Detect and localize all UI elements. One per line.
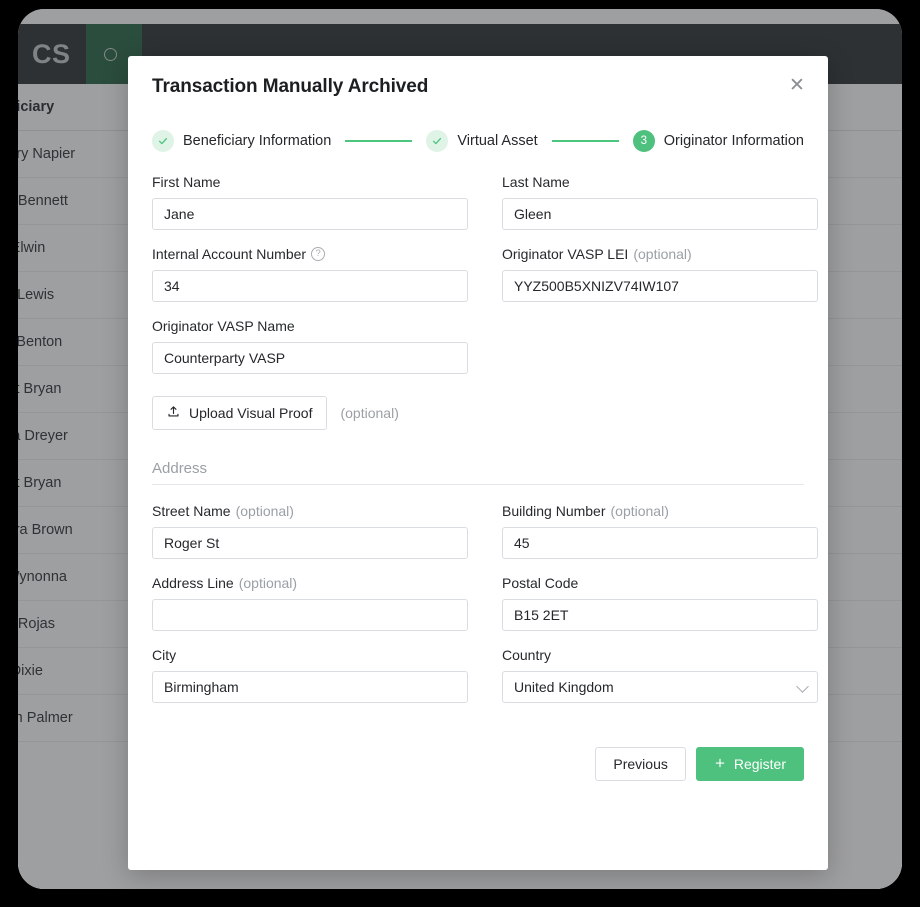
street-name-label-text: Street Name — [152, 503, 231, 519]
postal-code-label: Postal Code — [502, 575, 579, 591]
originator-vasp-lei-field-group: Originator VASP LEI (optional) — [502, 246, 818, 302]
optional-tag: (optional) — [235, 503, 294, 519]
vasp-name-row: Originator VASP Name — [152, 318, 804, 374]
originator-vasp-lei-label: Originator VASP LEI (optional) — [502, 246, 818, 262]
modal-header: Transaction Manually Archived ✕ — [128, 56, 828, 114]
vasp-name-row-spacer — [502, 318, 818, 374]
street-row: Street Name (optional) Building Number (… — [152, 503, 818, 559]
postal-code-input[interactable] — [502, 599, 818, 631]
building-number-label-text: Building Number — [502, 503, 606, 519]
optional-tag: (optional) — [610, 503, 669, 519]
internal-account-number-label: Internal Account Number ? — [152, 246, 468, 262]
stepper-step-1[interactable]: Beneficiary Information — [152, 130, 331, 152]
address-section-heading: Address — [152, 460, 804, 485]
address-line-field-group: Address Line (optional) — [152, 575, 468, 631]
stepper-step-2[interactable]: Virtual Asset — [426, 130, 538, 152]
internal-account-number-field-group: Internal Account Number ? — [152, 246, 468, 302]
internal-account-number-input[interactable] — [152, 270, 468, 302]
country-field-group: Country United Kingdom — [502, 647, 818, 703]
building-number-field-group: Building Number (optional) — [502, 503, 818, 559]
street-name-input[interactable] — [152, 527, 468, 559]
postal-code-field-group: Postal Code — [502, 575, 818, 631]
close-icon[interactable]: ✕ — [784, 72, 810, 98]
address-line-row: Address Line (optional) Postal Code — [152, 575, 818, 631]
transaction-archive-modal: Transaction Manually Archived ✕ Benefici… — [128, 56, 828, 870]
step-connector — [551, 140, 619, 142]
first-name-field-group: First Name — [152, 174, 468, 230]
modal-footer: Previous Register — [128, 719, 828, 781]
stepper: Beneficiary Information Virtual Asset 3 Ori… — [128, 114, 828, 152]
device-frame: CS BeneficiaryAmountGregory Napier39.111… — [18, 9, 902, 889]
city-field-group: City — [152, 647, 468, 703]
address-line-label: Address Line (optional) — [152, 575, 468, 591]
name-row: First Name Last Name — [152, 174, 818, 230]
city-country-row: City Country United Kingdom — [152, 647, 818, 703]
last-name-input[interactable] — [502, 198, 818, 230]
step-number: 3 — [632, 130, 655, 152]
last-name-field-group: Last Name — [502, 174, 818, 230]
country-select[interactable]: United Kingdom — [502, 671, 818, 703]
step-connector — [345, 140, 413, 142]
internal-account-number-label-text: Internal Account Number — [152, 246, 307, 262]
upload-visual-proof-button[interactable]: Upload Visual Proof — [152, 396, 328, 430]
country-select-wrap: United Kingdom — [502, 671, 818, 703]
plus-icon — [714, 756, 726, 772]
stepper-step-3[interactable]: 3 Originator Information — [632, 130, 804, 152]
city-label: City — [152, 647, 177, 663]
upload-optional-tag: (optional) — [340, 405, 399, 421]
page-title: Transaction Manually Archived — [152, 76, 429, 97]
check-icon — [152, 130, 174, 152]
originator-vasp-name-field-group: Originator VASP Name — [152, 318, 468, 374]
previous-button[interactable]: Previous — [595, 747, 686, 781]
building-number-input[interactable] — [502, 527, 818, 559]
street-name-label: Street Name (optional) — [152, 503, 468, 519]
register-button[interactable]: Register — [695, 747, 804, 781]
help-icon[interactable]: ? — [311, 247, 326, 261]
country-label: Country — [502, 647, 552, 663]
street-name-field-group: Street Name (optional) — [152, 503, 468, 559]
address-line-label-text: Address Line — [152, 575, 234, 591]
address-section: Address — [152, 460, 804, 485]
upload-icon — [167, 405, 180, 421]
account-row: Internal Account Number ? Originator VAS… — [152, 246, 818, 302]
register-label: Register — [733, 756, 786, 772]
building-number-label: Building Number (optional) — [502, 503, 818, 519]
optional-tag: (optional) — [238, 575, 298, 591]
last-name-label: Last Name — [502, 174, 570, 190]
originator-vasp-name-label: Originator VASP Name — [152, 318, 295, 334]
country-select-value: United Kingdom — [514, 679, 614, 695]
address-line-input[interactable] — [152, 599, 468, 631]
city-input[interactable] — [152, 671, 468, 703]
upload-visual-proof-label: Upload Visual Proof — [189, 405, 313, 421]
stepper-step-3-label: Originator Information — [663, 133, 804, 149]
first-name-input[interactable] — [152, 198, 468, 230]
stepper-step-2-label: Virtual Asset — [457, 133, 538, 149]
upload-row: Upload Visual Proof (optional) — [152, 396, 804, 430]
stepper-step-1-label: Beneficiary Information — [183, 133, 332, 149]
first-name-label: First Name — [152, 174, 221, 190]
check-icon — [426, 130, 449, 152]
originator-vasp-lei-label-text: Originator VASP LEI — [502, 246, 629, 262]
optional-tag: (optional) — [633, 246, 692, 262]
form-body: First Name Last Name Internal Account Nu… — [128, 152, 828, 703]
originator-vasp-lei-input[interactable] — [502, 270, 818, 302]
originator-vasp-name-input[interactable] — [152, 342, 468, 374]
screen: CS BeneficiaryAmountGregory Napier39.111… — [0, 0, 920, 907]
